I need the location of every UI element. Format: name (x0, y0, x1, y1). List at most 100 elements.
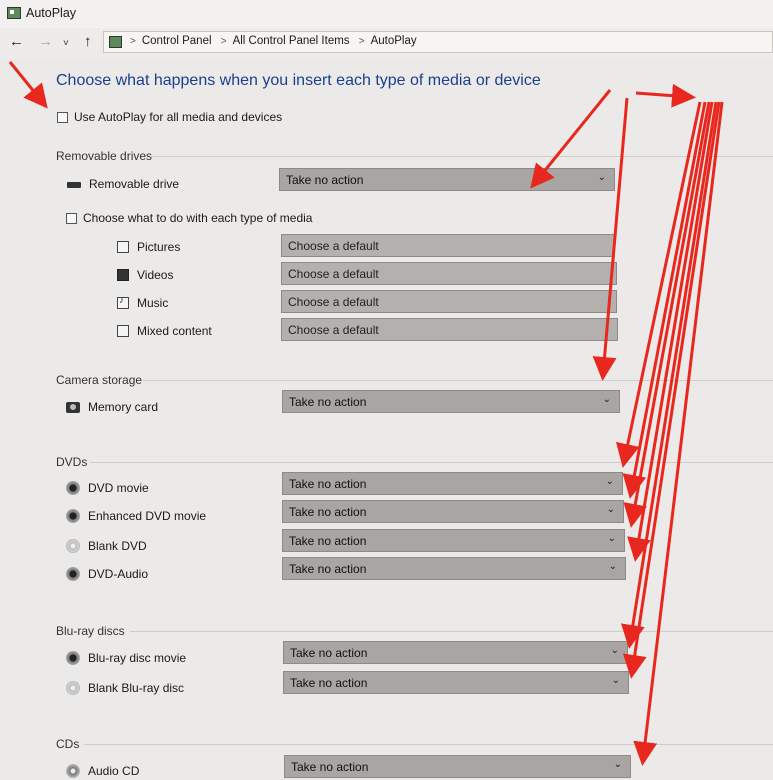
use-autoplay-option[interactable]: Use AutoPlay for all media and devices (57, 110, 282, 124)
red-arrow (633, 101, 724, 766)
breadcrumb-separator: > (130, 36, 136, 47)
chevron-down-icon: ⌄ (608, 561, 617, 572)
recent-locations-chevron-icon[interactable]: ˅ (63, 35, 69, 53)
section-removable-drives: Removable drives (56, 149, 153, 163)
chevron-down-icon: ⌄ (610, 645, 619, 656)
section-cds: CDs (56, 737, 80, 751)
window-title: AutoPlay (26, 6, 77, 20)
section-blu-ray-discs: Blu-ray discs (56, 624, 125, 638)
red-arrow (623, 101, 711, 528)
section-camera-storage: Camera storage (56, 373, 143, 387)
red-arrow (622, 101, 721, 679)
dropdown-value: Take no action (290, 676, 368, 690)
videos-icon (117, 269, 129, 281)
dvd-item-label: DVD movie (88, 481, 149, 495)
chevron-down-icon: ⌄ (613, 759, 622, 770)
forward-arrow-icon[interactable]: → (38, 33, 53, 51)
removable-drive-row: Removable drive (67, 177, 179, 191)
section-divider (90, 462, 773, 463)
section-divider (150, 156, 773, 157)
dvd-movie-icon (66, 481, 80, 495)
breadcrumb-all-items[interactable]: All Control Panel Items (233, 35, 350, 47)
memory-card-label: Memory card (88, 400, 159, 414)
dropdown-value: Take no action (289, 477, 367, 491)
media-row-music: Music (117, 295, 168, 310)
media-row-mixed-content: Mixed content (117, 324, 212, 338)
cd-item-label: Audio CD (88, 764, 140, 778)
address-bar[interactable]: > Control Panel > All Control Panel Items … (103, 31, 773, 53)
title-bar: AutoPlay (0, 0, 773, 29)
dropdown-value: Take no action (290, 646, 368, 660)
chevron-down-icon: ⌄ (597, 172, 606, 183)
media-row-pictures: Pictures (117, 240, 180, 254)
memory-card-dropdown[interactable]: Take no action ⌄ (282, 390, 620, 413)
page-heading: Choose what happens when you insert each… (56, 72, 541, 89)
enhanced-dvd-movie-row: Enhanced DVD movie (66, 509, 206, 523)
memory-card-row: Memory card (66, 400, 158, 414)
audio-cd-dropdown[interactable]: Take no action ⌄ (284, 755, 631, 778)
dropdown-value: Take no action (289, 562, 367, 576)
choose-each-media-checkbox[interactable] (66, 212, 77, 224)
dropdown-value: Choose a default (288, 267, 379, 281)
red-arrow (635, 83, 696, 108)
enhanced-dvd-movie-dropdown[interactable]: Take no action ⌄ (282, 500, 624, 523)
red-arrow (620, 101, 718, 649)
media-label: Videos (137, 268, 174, 282)
navigation-bar: ← → ˅ ↑ > Control Panel > All Control Pane… (0, 28, 773, 58)
audio-cd-row: Audio CD (66, 764, 139, 778)
blank-blu-ray-dropdown[interactable]: Take no action ⌄ (283, 671, 629, 694)
dvd-item-label: Blank DVD (88, 539, 147, 553)
dropdown-value: Take no action (286, 173, 364, 187)
dvd-audio-row: DVD-Audio (66, 567, 148, 581)
dropdown-value: Choose a default (288, 323, 379, 337)
dvd-audio-icon (66, 567, 80, 581)
section-divider (130, 631, 773, 632)
back-arrow-icon[interactable]: ← (9, 33, 24, 51)
breadcrumb-control-panel[interactable]: Control Panel (142, 35, 212, 47)
red-arrow (8, 61, 48, 109)
use-autoplay-checkbox[interactable] (57, 111, 68, 123)
section-divider (143, 380, 773, 381)
section-divider (84, 744, 773, 745)
use-autoplay-label: Use AutoPlay for all media and devices (74, 110, 283, 124)
removable-drive-dropdown[interactable]: Take no action ⌄ (279, 168, 615, 191)
section-dvds: DVDs (56, 455, 88, 469)
red-arrow (627, 101, 714, 562)
blank-dvd-row: Blank DVD (66, 539, 147, 553)
dropdown-value: Take no action (291, 760, 369, 774)
audio-cd-icon (66, 764, 80, 778)
breadcrumb-autoplay[interactable]: AutoPlay (371, 35, 417, 47)
red-arrow (622, 101, 707, 499)
music-icon (117, 295, 129, 309)
choose-each-media-option[interactable]: Choose what to do with each type of medi… (66, 211, 312, 225)
pictures-dropdown[interactable]: Choose a default (281, 234, 615, 257)
bluray-item-label: Blank Blu-ray disc (88, 681, 185, 695)
chevron-down-icon: ⌄ (602, 394, 611, 405)
pictures-icon (117, 241, 129, 253)
blank-dvd-icon (66, 539, 80, 553)
blank-blu-ray-icon (66, 681, 80, 695)
dropdown-value: Take no action (289, 505, 367, 519)
dropdown-value: Take no action (289, 395, 367, 409)
videos-dropdown[interactable]: Choose a default (281, 262, 617, 285)
removable-drive-icon (67, 182, 81, 188)
blank-blu-ray-row: Blank Blu-ray disc (66, 681, 184, 695)
chevron-down-icon: ⌄ (607, 533, 616, 544)
dvd-item-label: Enhanced DVD movie (88, 509, 207, 523)
mixed-content-icon (117, 325, 129, 337)
control-panel-icon (109, 36, 122, 48)
blu-ray-movie-icon (66, 651, 80, 665)
blank-dvd-dropdown[interactable]: Take no action ⌄ (282, 529, 625, 552)
removable-drive-label: Removable drive (89, 177, 180, 191)
chevron-down-icon: ⌄ (605, 476, 614, 487)
blu-ray-movie-dropdown[interactable]: Take no action ⌄ (283, 641, 628, 664)
breadcrumb: > Control Panel > All Control Panel Items … (128, 35, 421, 47)
dropdown-value: Choose a default (288, 239, 379, 253)
up-arrow-icon[interactable]: ↑ (84, 33, 92, 51)
music-dropdown[interactable]: Choose a default (281, 290, 617, 313)
dvd-audio-dropdown[interactable]: Take no action ⌄ (282, 557, 626, 580)
dvd-movie-dropdown[interactable]: Take no action ⌄ (282, 472, 623, 495)
choose-each-media-label: Choose what to do with each type of medi… (83, 211, 313, 225)
bluray-item-label: Blu-ray disc movie (88, 651, 187, 665)
mixed-content-dropdown[interactable]: Choose a default (281, 318, 618, 341)
